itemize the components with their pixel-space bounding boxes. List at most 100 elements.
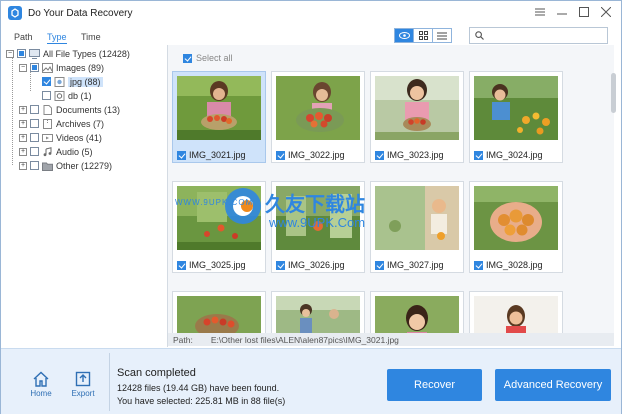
photo-thumbnail-image [375,186,459,250]
tab-time[interactable]: Time [81,32,101,42]
photo-thumbnail-image [474,296,558,333]
collapse-icon[interactable]: − [6,49,14,58]
file-thumbnail[interactable]: IMG_3028.jpg [469,181,563,273]
file-checkbox[interactable] [276,260,285,270]
select-all-checkbox[interactable]: Select all [183,53,233,63]
file-thumbnail[interactable]: IMG_3025.jpg [172,181,266,273]
home-icon [33,371,49,387]
photo-thumbnail-image [276,186,360,250]
tab-type[interactable]: Type [47,32,67,44]
tree-label: Audio (5) [56,146,93,157]
tree-item-images[interactable]: − Images (89) [19,61,104,74]
close-icon[interactable] [595,3,617,21]
tree-checkbox[interactable] [30,133,39,142]
file-type-tree: − All File Types (12428) − Images (89) j… [5,45,165,345]
export-button[interactable]: Export [68,371,98,398]
folder-icon [42,162,53,171]
path-label: Path: [173,334,193,345]
tree-checkbox[interactable] [42,91,51,100]
tree-item-jpg[interactable]: jpg (88) [42,75,103,88]
file-thumbnail[interactable]: IMG_3022.jpg [271,71,365,163]
expand-icon[interactable]: + [19,105,27,114]
select-all-label: Select all [196,53,233,63]
bottom-panel: Home Export Scan completed 12428 files (… [1,348,621,414]
file-name: IMG_3022.jpg [288,150,345,160]
file-thumbnail[interactable] [469,291,563,333]
file-thumbnail[interactable] [370,291,464,333]
thumbnail-view-button[interactable] [414,29,433,42]
photo-thumbnail-image [375,76,459,140]
file-checkbox[interactable] [177,150,186,160]
music-note-icon [43,146,52,156]
tree-item-db[interactable]: db (1) [42,89,92,102]
photo-thumbnail-image [177,296,261,333]
tree-item-audio[interactable]: + Audio (5) [19,145,93,158]
video-icon [42,133,53,142]
tree-checkbox[interactable] [30,147,39,156]
list-view-button[interactable] [433,29,451,42]
file-thumbnail[interactable]: IMG_3021.jpg [172,71,266,163]
app-logo-icon [8,6,22,20]
file-thumbnail[interactable]: IMG_3026.jpg [271,181,365,273]
home-button[interactable]: Home [26,371,56,398]
tree-line [12,57,13,165]
file-thumbnail[interactable] [271,291,365,333]
tree-label: jpg (88) [68,76,103,87]
advanced-recovery-button[interactable]: Advanced Recovery [495,369,611,401]
expand-icon[interactable]: + [19,161,27,170]
tree-item-other[interactable]: + Other (12279) [19,159,112,172]
expand-icon[interactable]: + [19,147,27,156]
tree-item-documents[interactable]: + Documents (13) [19,103,120,116]
tree-item-archives[interactable]: + Archives (7) [19,117,104,130]
file-thumbnail[interactable]: IMG_3027.jpg [370,181,464,273]
file-checkbox[interactable] [375,260,384,270]
file-checkbox[interactable] [276,150,285,160]
tree-checkbox[interactable] [17,49,26,58]
file-thumbnail[interactable]: IMG_3024.jpg [469,71,563,163]
minimize-icon[interactable] [551,3,573,21]
tree-item-videos[interactable]: + Videos (41) [19,131,102,144]
list-icon [437,32,447,39]
tab-path[interactable]: Path [14,32,33,42]
archive-icon [43,118,52,129]
file-checkbox[interactable] [474,150,483,160]
thumbnail-caption: IMG_3022.jpg [276,150,345,160]
found-files-text: 12428 files (19.44 GB) have been found. [117,383,280,393]
thumbnail-caption: IMG_3026.jpg [276,260,345,270]
file-checkbox[interactable] [375,150,384,160]
file-thumbnail[interactable] [172,291,266,333]
computer-icon [29,48,40,59]
app-window: Do Your Data Recovery Path Type Time − A… [0,0,622,414]
path-bar: Path: E:\Other lost files\ALEN\alen87pic… [168,333,614,346]
tree-checkbox[interactable] [30,161,39,170]
tree-label: Archives (7) [56,118,105,129]
expand-icon[interactable]: + [19,133,27,142]
photo-thumbnail-image [375,296,459,333]
file-thumbnail[interactable]: IMG_3023.jpg [370,71,464,163]
file-name: IMG_3025.jpg [189,260,246,270]
tree-checkbox[interactable] [42,77,51,86]
recover-button[interactable]: Recover [387,369,482,401]
menu-icon[interactable] [529,3,551,21]
export-label: Export [71,389,95,398]
tree-checkbox[interactable] [30,105,39,114]
tree-label: Images (89) [56,62,105,73]
tree-item-all-file-types[interactable]: − All File Types (12428) [6,47,130,60]
photo-thumbnail-image [177,76,261,140]
checkbox[interactable] [183,53,192,63]
tree-checkbox[interactable] [30,63,39,72]
photo-thumbnail-image [276,76,360,140]
scrollbar[interactable] [611,73,616,113]
file-checkbox[interactable] [177,260,186,270]
preview-view-button[interactable] [395,29,414,42]
collapse-icon[interactable]: − [19,63,27,72]
jpg-file-icon [54,76,65,87]
tree-checkbox[interactable] [30,119,39,128]
expand-icon[interactable]: + [19,119,27,128]
file-name: IMG_3023.jpg [387,150,444,160]
file-name: IMG_3021.jpg [189,150,246,160]
maximize-icon[interactable] [573,3,595,21]
search-input[interactable] [488,30,598,41]
title-bar: Do Your Data Recovery [1,1,621,25]
file-checkbox[interactable] [474,260,483,270]
